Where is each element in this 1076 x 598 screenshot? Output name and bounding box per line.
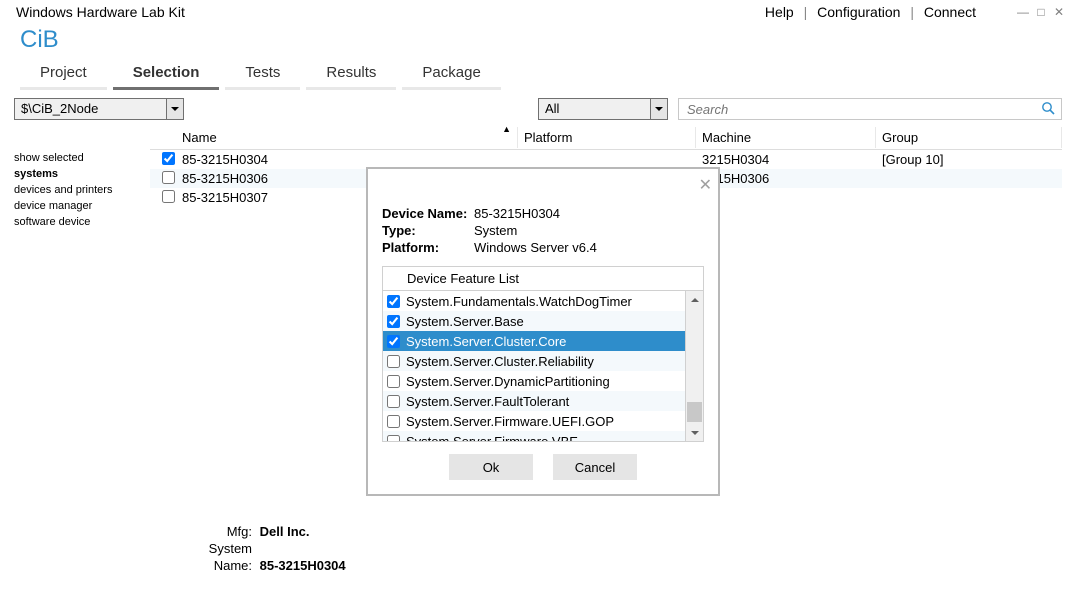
col-header-group[interactable]: Group xyxy=(876,127,1062,148)
feature-item[interactable]: System.Server.DynamicPartitioning xyxy=(383,371,685,391)
category-sidebar: show selectedsystemsdevices and printers… xyxy=(14,126,150,230)
feature-checkbox[interactable] xyxy=(387,415,400,428)
pool-dropdown[interactable]: $\CiB_2Node xyxy=(14,98,184,120)
sidebar-item-software-device[interactable]: software device xyxy=(14,214,150,230)
feature-checkbox[interactable] xyxy=(387,355,400,368)
sidebar-item-devices-and-printers[interactable]: devices and printers xyxy=(14,182,150,198)
scroll-down-icon[interactable] xyxy=(686,424,703,441)
feature-checkbox[interactable] xyxy=(387,295,400,308)
pool-dropdown-text: $\CiB_2Node xyxy=(15,99,166,119)
tab-project[interactable]: Project xyxy=(20,60,107,90)
feature-label: System.Server.FaultTolerant xyxy=(406,394,569,409)
col-header-name[interactable]: Name ▲ xyxy=(176,127,518,148)
meta-value-name: 85-3215H0304 xyxy=(474,205,560,222)
feature-item[interactable]: System.Server.Cluster.Reliability xyxy=(383,351,685,371)
col-header-platform[interactable]: Platform xyxy=(518,127,696,148)
feature-item[interactable]: System.Server.Cluster.Core xyxy=(383,331,685,351)
feature-item[interactable]: System.Server.Base xyxy=(383,311,685,331)
feature-label: System.Server.Cluster.Core xyxy=(406,334,566,349)
sidebar-item-systems[interactable]: systems xyxy=(14,166,150,182)
row-checkbox[interactable] xyxy=(162,190,175,203)
feature-checkbox[interactable] xyxy=(387,335,400,348)
feature-list-scrollbar[interactable] xyxy=(686,291,703,441)
tab-package[interactable]: Package xyxy=(402,60,500,90)
search-box[interactable] xyxy=(678,98,1062,120)
search-input[interactable] xyxy=(685,101,1041,118)
scope-dropdown[interactable]: All xyxy=(538,98,668,120)
row-checkbox[interactable] xyxy=(162,152,175,165)
meta-value-platform: Windows Server v6.4 xyxy=(474,239,597,256)
cancel-button[interactable]: Cancel xyxy=(553,454,637,480)
sidebar-item-show-selected[interactable]: show selected xyxy=(14,150,150,166)
title-bar: Windows Hardware Lab Kit Help | Configur… xyxy=(0,0,1076,20)
mfg-value: Dell Inc. xyxy=(260,524,310,539)
chevron-down-icon[interactable] xyxy=(166,99,183,119)
row-name: 85-3215H0304 xyxy=(176,152,518,167)
app-title: Windows Hardware Lab Kit xyxy=(16,4,185,20)
meta-value-type: System xyxy=(474,222,517,239)
sort-asc-icon: ▲ xyxy=(502,124,511,134)
window-close-icon[interactable]: ✕ xyxy=(1052,5,1066,19)
main-tabs: ProjectSelectionTestsResultsPackage xyxy=(0,56,1076,90)
device-feature-list-header: Device Feature List xyxy=(383,267,703,291)
meta-label-type: Type: xyxy=(382,222,474,239)
window-maximize-icon[interactable]: □ xyxy=(1034,5,1048,19)
feature-label: System.Server.DynamicPartitioning xyxy=(406,374,610,389)
device-feature-dialog: ✕ Device Name:85-3215H0304 Type:System P… xyxy=(366,167,720,496)
project-name: CiB xyxy=(0,20,1076,56)
filter-bar: $\CiB_2Node All xyxy=(0,90,1076,126)
menu-help[interactable]: Help xyxy=(765,4,794,20)
feature-label: System.Server.Cluster.Reliability xyxy=(406,354,594,369)
feature-label: System.Server.Base xyxy=(406,314,524,329)
feature-label: System.Server.Firmware.VBE xyxy=(406,434,578,442)
feature-checkbox[interactable] xyxy=(387,395,400,408)
mfg-label: Mfg: xyxy=(174,523,252,540)
feature-checkbox[interactable] xyxy=(387,315,400,328)
feature-item[interactable]: System.Server.Firmware.VBE xyxy=(383,431,685,441)
feature-label: System.Fundamentals.WatchDogTimer xyxy=(406,294,632,309)
feature-item[interactable]: System.Server.Firmware.UEFI.GOP xyxy=(383,411,685,431)
details-footer: Mfg: Dell Inc. System Name: 85-3215H0304 xyxy=(174,523,346,574)
tab-selection[interactable]: Selection xyxy=(113,60,220,90)
col-header-machine[interactable]: Machine xyxy=(696,127,876,148)
row-machine: 3215H0306 xyxy=(696,171,876,186)
sidebar-item-device-manager[interactable]: device manager xyxy=(14,198,150,214)
dialog-meta: Device Name:85-3215H0304 Type:System Pla… xyxy=(368,169,718,266)
menu-connect[interactable]: Connect xyxy=(924,4,976,20)
scroll-thumb[interactable] xyxy=(687,402,702,422)
row-group: [Group 10] xyxy=(876,152,1062,167)
tab-tests[interactable]: Tests xyxy=(225,60,300,90)
device-feature-list: Device Feature List System.Fundamentals.… xyxy=(382,266,704,442)
tab-results[interactable]: Results xyxy=(306,60,396,90)
meta-label-name: Device Name: xyxy=(382,205,474,222)
feature-label: System.Server.Firmware.UEFI.GOP xyxy=(406,414,614,429)
chevron-down-icon[interactable] xyxy=(650,99,667,119)
scroll-up-icon[interactable] xyxy=(686,291,703,308)
ok-button[interactable]: Ok xyxy=(449,454,533,480)
feature-item[interactable]: System.Server.FaultTolerant xyxy=(383,391,685,411)
scope-dropdown-text: All xyxy=(539,99,650,119)
sysname-value: 85-3215H0304 xyxy=(260,558,346,573)
row-machine: 3215H0304 xyxy=(696,152,876,167)
grid-header: Name ▲ Platform Machine Group xyxy=(150,126,1062,150)
feature-checkbox[interactable] xyxy=(387,435,400,442)
meta-label-platform: Platform: xyxy=(382,239,474,256)
window-minimize-icon[interactable]: — xyxy=(1016,5,1030,19)
row-checkbox[interactable] xyxy=(162,171,175,184)
menu-configuration[interactable]: Configuration xyxy=(817,4,900,20)
sysname-label: System Name: xyxy=(174,540,252,574)
search-icon[interactable] xyxy=(1041,101,1055,118)
top-menu: Help | Configuration | Connect xyxy=(765,4,976,20)
feature-item[interactable]: System.Fundamentals.WatchDogTimer xyxy=(383,291,685,311)
close-icon[interactable]: ✕ xyxy=(699,175,712,195)
feature-checkbox[interactable] xyxy=(387,375,400,388)
